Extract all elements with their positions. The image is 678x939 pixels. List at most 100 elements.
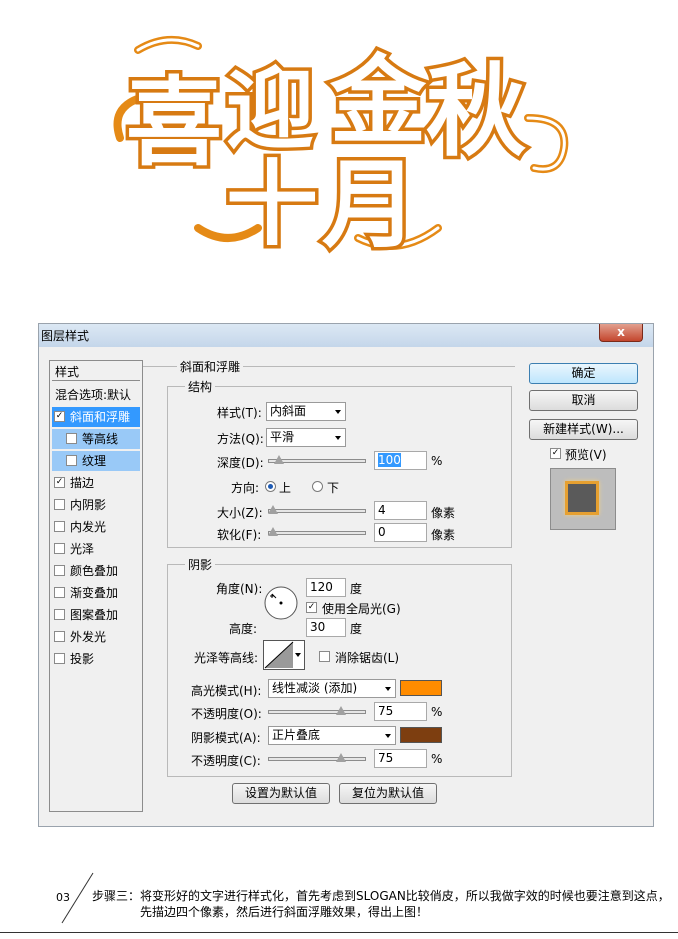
style-list-item[interactable]: 纹理 <box>52 451 140 471</box>
style-list-item[interactable]: 外发光 <box>52 627 140 647</box>
highlight-opacity-slider-thumb[interactable] <box>336 706 346 715</box>
soften-slider[interactable] <box>268 527 366 536</box>
altitude-unit: 度 <box>350 622 363 636</box>
style-list-item[interactable]: ✓ 斜面和浮雕 <box>52 407 140 427</box>
style-checkbox[interactable] <box>54 543 65 554</box>
altitude-input[interactable]: 30 <box>306 618 346 637</box>
caption-line-1: 步骤三：将变形好的文字进行样式化，首先考虑到SLOGAN比较俏皮，所以我做字效的… <box>92 889 670 903</box>
title-bar[interactable]: 图层样式 x <box>39 324 653 347</box>
antialias-label: 消除锯齿(L) <box>335 651 400 665</box>
style-checkbox[interactable] <box>54 565 65 576</box>
angle-input[interactable]: 120 <box>306 578 346 597</box>
style-list-item[interactable]: 渐变叠加 <box>52 583 140 603</box>
logo-char: 秋 <box>426 52 526 170</box>
style-list-item[interactable]: 等高线 <box>52 429 140 449</box>
gloss-contour-picker[interactable] <box>263 640 305 670</box>
style-checkbox[interactable] <box>54 521 65 532</box>
logo-char: 金 <box>329 44 427 157</box>
style-list-label: 纹理 <box>82 454 107 468</box>
cancel-button[interactable]: 取消 <box>529 390 638 411</box>
style-list-item[interactable]: 光泽 <box>52 539 140 559</box>
highlight-opacity-input[interactable]: 75 <box>374 702 427 721</box>
style-checkbox[interactable] <box>66 433 77 444</box>
technique-label: 方法(Q): <box>217 432 264 446</box>
shadow-color-swatch[interactable] <box>400 727 442 743</box>
bevel-style-select[interactable]: 内斜面 <box>266 402 346 421</box>
style-list-label: 颜色叠加 <box>70 564 119 578</box>
direction-label: 方向: <box>231 481 260 495</box>
style-list-label: 等高线 <box>82 432 119 446</box>
shadow-mode-select[interactable]: 正片叠底 <box>268 726 396 745</box>
depth-slider[interactable] <box>268 455 366 464</box>
style-list-label: 内发光 <box>70 520 107 534</box>
size-slider[interactable] <box>268 505 366 514</box>
style-checkbox[interactable] <box>54 653 65 664</box>
depth-value: 100 <box>378 453 401 467</box>
slogan-logo: 喜 迎 金 秋 十 月 <box>113 35 569 260</box>
angle-unit: 度 <box>350 582 363 596</box>
soften-unit: 像素 <box>431 528 456 542</box>
style-list-item[interactable]: 颜色叠加 <box>52 561 140 581</box>
highlight-color-swatch[interactable] <box>400 680 442 696</box>
highlight-opacity-label: 不透明度(O): <box>191 707 262 721</box>
make-default-button[interactable]: 设置为默认值 <box>232 783 330 804</box>
global-light-label: 使用全局光(G) <box>322 602 401 616</box>
size-slider-thumb[interactable] <box>268 505 278 514</box>
caption-text: 步骤三：将变形好的文字进行样式化，首先考虑到SLOGAN比较俏皮，所以我做字效的… <box>92 888 670 920</box>
style-list-item[interactable]: 内阴影 <box>52 495 140 515</box>
style-list-label: 斜面和浮雕 <box>70 410 131 424</box>
style-checkbox[interactable] <box>54 609 65 620</box>
style-list-item[interactable]: 投影 <box>52 649 140 669</box>
angle-label: 角度(N): <box>216 582 263 596</box>
style-list-item[interactable]: 图案叠加 <box>52 605 140 625</box>
preview-swatch <box>565 481 599 515</box>
shadow-opacity-slider[interactable] <box>268 753 366 762</box>
technique-select[interactable]: 平滑 <box>266 428 346 447</box>
ok-button[interactable]: 确定 <box>529 363 638 384</box>
style-list-label: 渐变叠加 <box>70 586 119 600</box>
shadow-opacity-value: 75 <box>378 751 394 765</box>
style-checkbox[interactable]: ✓ <box>54 477 65 488</box>
size-input[interactable]: 4 <box>374 501 427 520</box>
reset-default-button[interactable]: 复位为默认值 <box>339 783 437 804</box>
highlight-mode-value: 线性减淡 (添加) <box>272 681 358 695</box>
highlight-opacity-unit: % <box>431 705 443 719</box>
depth-input[interactable]: 100 <box>374 451 427 470</box>
style-checkbox[interactable] <box>54 587 65 598</box>
preview-checkbox[interactable]: ✓ <box>550 448 561 459</box>
style-list-item[interactable]: 混合选项:默认 <box>52 385 143 405</box>
style-checkbox[interactable]: ✓ <box>54 411 65 422</box>
new-style-button[interactable]: 新建样式(W)... <box>529 419 638 440</box>
shadow-opacity-slider-thumb[interactable] <box>336 753 346 762</box>
caption-line-2: 先描边四个像素，然后进行斜面浮雕效果，得出上图！ <box>140 905 429 919</box>
style-list-header[interactable]: 样式 <box>52 363 140 381</box>
style-list-label: 投影 <box>70 652 95 666</box>
structure-title: 结构 <box>185 378 216 395</box>
style-checkbox[interactable] <box>54 499 65 510</box>
logo-char: 十 <box>226 150 318 258</box>
shadow-opacity-input[interactable]: 75 <box>374 749 427 768</box>
altitude-label: 高度: <box>229 622 258 636</box>
soften-slider-thumb[interactable] <box>268 527 278 536</box>
divider-slash <box>61 872 94 924</box>
direction-up-label: 上 <box>279 481 292 495</box>
depth-slider-thumb[interactable] <box>273 455 284 464</box>
direction-up-radio[interactable] <box>265 481 276 492</box>
depth-unit: % <box>431 454 443 468</box>
direction-down-radio[interactable] <box>312 481 323 492</box>
logo-char: 月 <box>322 148 418 260</box>
highlight-mode-select[interactable]: 线性减淡 (添加) <box>268 679 396 698</box>
dialog-title: 图层样式 <box>41 329 90 343</box>
angle-dial[interactable] <box>263 585 299 621</box>
soften-input[interactable]: 0 <box>374 523 427 542</box>
style-checkbox[interactable] <box>66 455 77 466</box>
style-list-item[interactable]: 内发光 <box>52 517 140 537</box>
style-list-label: 混合选项:默认 <box>55 388 132 402</box>
antialias-checkbox[interactable] <box>319 651 330 662</box>
global-light-checkbox[interactable]: ✓ <box>306 602 317 613</box>
close-button[interactable]: x <box>599 324 643 342</box>
angle-value: 120 <box>310 580 333 594</box>
style-checkbox[interactable] <box>54 631 65 642</box>
highlight-opacity-slider[interactable] <box>268 706 366 715</box>
style-list-item[interactable]: ✓ 描边 <box>52 473 140 493</box>
